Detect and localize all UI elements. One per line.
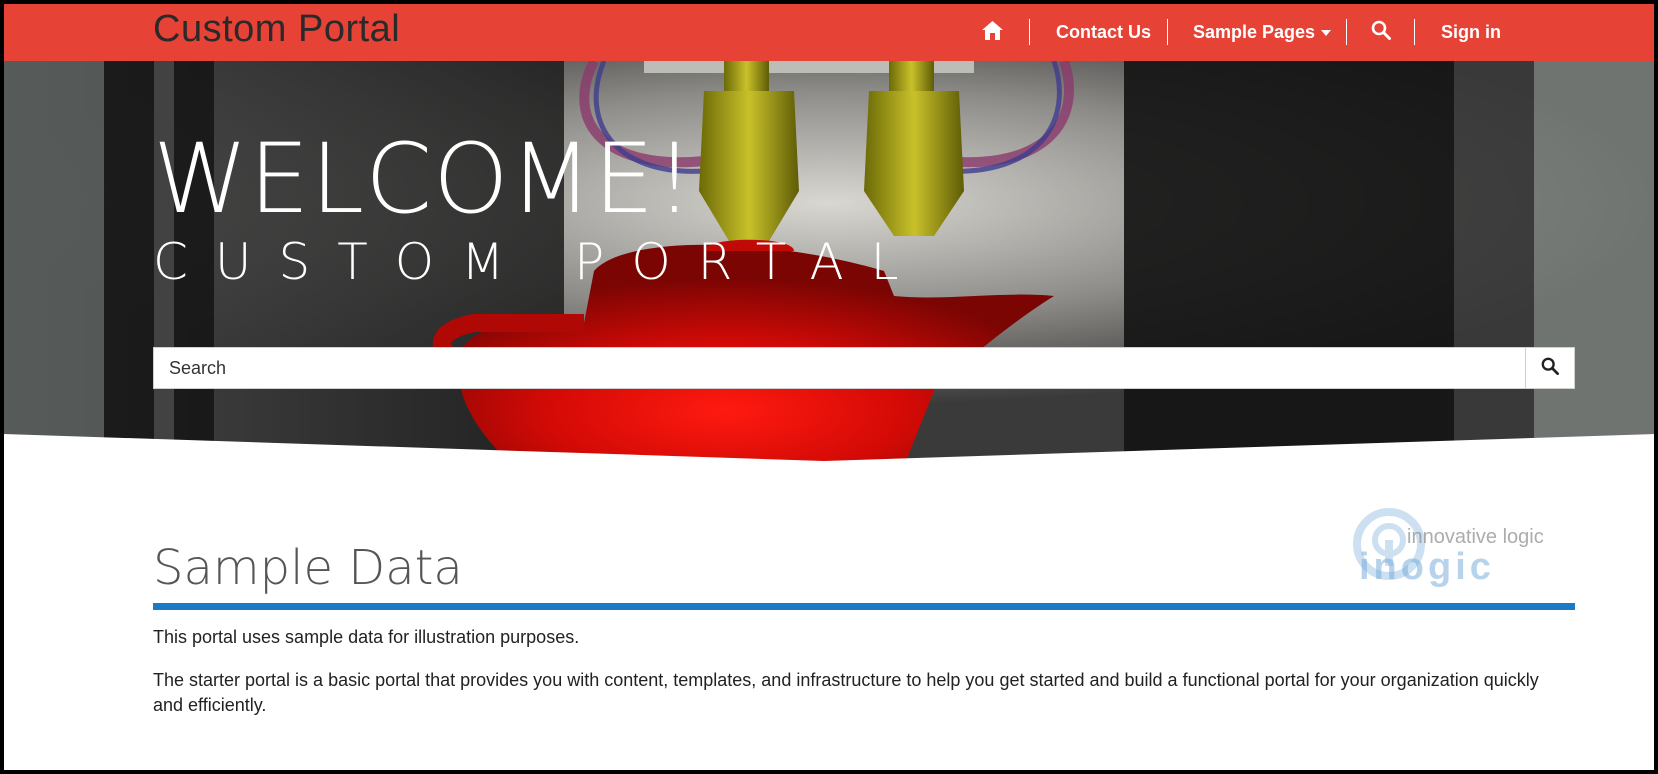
hero-search-button[interactable] <box>1525 348 1574 388</box>
hero-search-input[interactable] <box>154 348 1525 388</box>
paragraph-description: The starter portal is a basic portal tha… <box>153 670 1539 715</box>
nav-home[interactable] <box>982 4 1006 61</box>
nav-search[interactable] <box>1371 4 1391 61</box>
search-icon <box>1541 357 1559 380</box>
search-icon <box>1371 20 1391 45</box>
nav-sign-in[interactable]: Sign in <box>1441 4 1501 61</box>
watermark-name: inogic <box>1359 546 1495 588</box>
nav-contact-us[interactable]: Contact Us <box>1056 4 1151 61</box>
main-content: innovative logic inogic Sample Data This… <box>4 466 1654 770</box>
nav-divider <box>1346 19 1347 45</box>
nav-sample-pages-label: Sample Pages <box>1193 22 1316 42</box>
home-icon <box>982 20 1003 45</box>
nav-sample-pages[interactable]: Sample Pages <box>1193 4 1332 61</box>
nav-divider <box>1029 19 1030 45</box>
nav-divider <box>1414 19 1415 45</box>
nav-divider <box>1167 19 1168 45</box>
hero-banner: WELCOME! CUSTOM PORTAL <box>4 61 1654 466</box>
brand-logo-text[interactable]: Custom Portal <box>153 8 400 51</box>
section-title-underline <box>153 603 1575 610</box>
browser-viewport: Custom Portal Contact Us Sample Pages Si… <box>0 0 1658 774</box>
hero-search-bar <box>153 347 1575 389</box>
caret-down-icon <box>1321 29 1332 36</box>
hero-title: WELCOME! <box>153 123 695 235</box>
paragraph-intro: This portal uses sample data for illustr… <box>153 627 580 647</box>
top-navbar: Custom Portal Contact Us Sample Pages Si… <box>4 4 1654 61</box>
hero-subtitle: CUSTOM PORTAL <box>153 233 926 291</box>
section-title: Sample Data <box>153 540 463 596</box>
